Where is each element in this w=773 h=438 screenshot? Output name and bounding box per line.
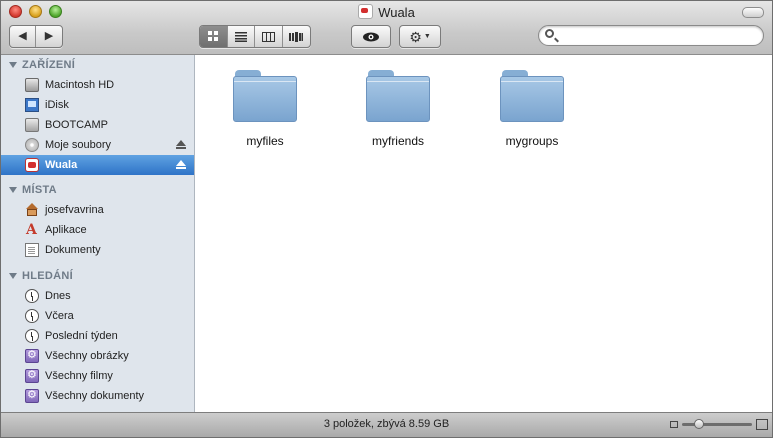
quick-look-button-face[interactable]	[352, 26, 390, 47]
back-icon: ◀	[18, 30, 27, 42]
sidebar-item-idisk[interactable]: iDisk	[1, 95, 194, 115]
sidebar-item-label: Dokumenty	[45, 244, 101, 256]
folder-icon	[500, 68, 564, 122]
sidebar-section-title: HLEDÁNÍ	[22, 270, 73, 282]
sidebar-item-dnes[interactable]: Dnes	[1, 286, 194, 306]
sidebar-item-wuala[interactable]: Wuala	[1, 155, 194, 175]
eject-icon[interactable]	[176, 160, 186, 169]
sidebar-item-posledni-tyden[interactable]: Poslední týden	[1, 326, 194, 346]
smart-folder-icon	[25, 388, 39, 403]
icon-view-icon	[207, 31, 218, 41]
sidebar-item-home[interactable]: josefvavrina	[1, 200, 194, 220]
gear-icon: ⚙	[409, 28, 422, 45]
applications-icon	[25, 222, 39, 238]
toolbar: Wuala ◀ ▶ ⚙ ▼	[1, 1, 772, 55]
smart-folder-icon	[25, 348, 39, 363]
icon-size-slider[interactable]	[682, 419, 752, 429]
sidebar-item-vsechny-dokumenty[interactable]: Všechny dokumenty	[1, 386, 194, 406]
sidebar-item-vsechny-filmy[interactable]: Všechny filmy	[1, 366, 194, 386]
folder-item[interactable]: mygroups	[487, 68, 577, 148]
folder-label: myfriends	[371, 134, 424, 148]
disclosure-triangle-icon[interactable]	[9, 62, 17, 68]
back-button[interactable]: ◀	[10, 26, 36, 47]
sidebar-section-devices[interactable]: ZAŘÍZENÍ	[1, 55, 194, 75]
action-menu-face[interactable]: ⚙ ▼	[400, 26, 440, 47]
sidebar-item-label: Macintosh HD	[45, 79, 115, 91]
eye-icon	[363, 32, 379, 41]
window-title-text: Wuala	[378, 5, 415, 20]
column-view-button[interactable]	[255, 26, 283, 47]
search-field[interactable]	[538, 25, 764, 46]
list-view-icon	[234, 31, 247, 42]
eject-icon[interactable]	[176, 140, 186, 149]
coverflow-view-icon	[289, 31, 304, 42]
folder-icon	[233, 68, 297, 122]
disclosure-triangle-icon[interactable]	[9, 273, 17, 279]
column-view-icon	[261, 31, 275, 42]
home-icon	[25, 203, 39, 217]
idisk-icon	[25, 98, 39, 112]
sidebar-section-title: ZAŘÍZENÍ	[22, 59, 76, 71]
sidebar-item-label: Moje soubory	[45, 139, 112, 151]
sidebar-section-search[interactable]: HLEDÁNÍ	[1, 266, 194, 286]
sidebar-item-label: Všechny dokumenty	[45, 390, 145, 402]
search-input[interactable]	[559, 28, 759, 45]
sidebar-item-moje-soubory[interactable]: Moje soubory	[1, 135, 194, 155]
wuala-icon	[358, 4, 374, 19]
finder-window: Wuala ◀ ▶ ⚙ ▼ ZAŘÍZENÍ Macintosh HD iDis…	[0, 0, 773, 438]
navigation-buttons: ◀ ▶	[9, 25, 63, 48]
disc-icon	[25, 138, 39, 152]
list-view-button[interactable]	[228, 26, 255, 47]
sidebar-item-label: Včera	[45, 310, 74, 322]
sidebar-item-vcera[interactable]: Včera	[1, 306, 194, 326]
small-icon-size-icon	[670, 421, 678, 428]
icon-size-slider-knob[interactable]	[694, 419, 704, 429]
folder-label: mygroups	[505, 134, 559, 148]
status-bar: 3 položek, zbývá 8.59 GB	[1, 412, 772, 437]
sidebar: ZAŘÍZENÍ Macintosh HD iDisk BOOTCAMP Moj…	[1, 55, 195, 412]
action-menu-button[interactable]: ⚙ ▼	[399, 25, 441, 48]
smart-folder-icon	[25, 368, 39, 383]
sidebar-item-aplikace[interactable]: Aplikace	[1, 220, 194, 240]
sidebar-section-title: MÍSTA	[22, 184, 57, 196]
hard-drive-icon	[25, 118, 39, 132]
clock-icon	[25, 289, 39, 303]
coverflow-view-button[interactable]	[283, 26, 311, 47]
sidebar-item-dokumenty[interactable]: Dokumenty	[1, 240, 194, 260]
clock-icon	[25, 309, 39, 323]
forward-icon: ▶	[44, 30, 54, 42]
icon-view-button[interactable]	[200, 26, 228, 47]
folder-item[interactable]: myfiles	[220, 68, 310, 148]
sidebar-item-label: Aplikace	[45, 224, 87, 236]
forward-button[interactable]: ▶	[36, 26, 62, 47]
sidebar-item-label: BOOTCAMP	[45, 119, 108, 131]
status-text: 3 položek, zbývá 8.59 GB	[323, 418, 450, 430]
sidebar-item-macintosh-hd[interactable]: Macintosh HD	[1, 75, 194, 95]
sidebar-item-label: Poslední týden	[45, 330, 118, 342]
documents-icon	[25, 243, 39, 257]
chevron-down-icon: ▼	[423, 33, 431, 40]
sidebar-item-vsechny-obrazky[interactable]: Všechny obrázky	[1, 346, 194, 366]
sidebar-item-label: Dnes	[45, 290, 71, 302]
folder-label: myfiles	[246, 134, 284, 148]
wuala-icon	[25, 158, 39, 172]
folder-item[interactable]: myfriends	[353, 68, 443, 148]
window-title: Wuala	[1, 4, 772, 22]
hard-drive-icon	[25, 78, 39, 92]
folder-icon	[366, 68, 430, 122]
sidebar-section-places[interactable]: MÍSTA	[1, 180, 194, 200]
sidebar-item-label: josefvavrina	[45, 204, 104, 216]
sidebar-item-label: iDisk	[45, 99, 69, 111]
sidebar-item-label: Všechny obrázky	[45, 350, 129, 362]
clock-icon	[25, 329, 39, 343]
file-browser: myfiles myfriends mygroups	[195, 55, 772, 412]
sidebar-item-label: Wuala	[45, 159, 78, 171]
sidebar-item-bootcamp[interactable]: BOOTCAMP	[1, 115, 194, 135]
large-icon-size-icon	[756, 419, 768, 430]
search-icon	[545, 29, 554, 38]
disclosure-triangle-icon[interactable]	[9, 187, 17, 193]
view-mode-buttons	[199, 25, 311, 48]
quick-look-button[interactable]	[351, 25, 391, 48]
sidebar-item-label: Všechny filmy	[45, 370, 113, 382]
